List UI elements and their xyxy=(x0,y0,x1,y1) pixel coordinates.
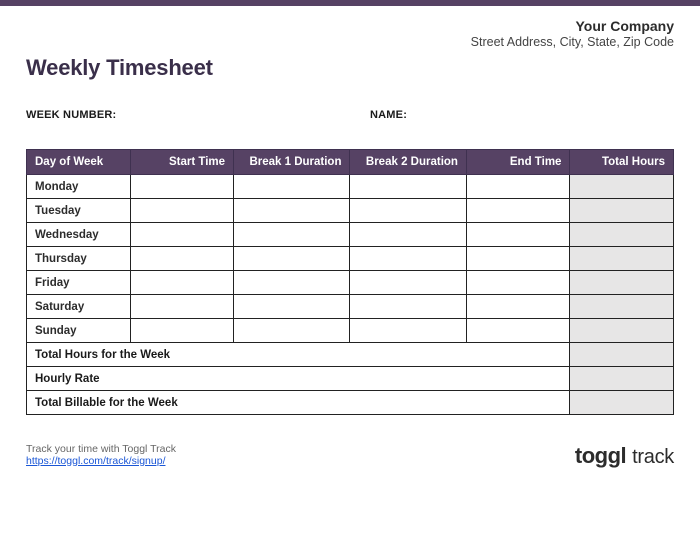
col-total: Total Hours xyxy=(570,150,674,175)
total-cell xyxy=(570,247,674,271)
break2-cell xyxy=(350,247,466,271)
week-number-label: WEEK NUMBER: xyxy=(26,109,116,121)
col-start: Start Time xyxy=(130,150,234,175)
timesheet-table: Day of Week Start Time Break 1 Duration … xyxy=(26,149,674,415)
start-cell xyxy=(130,319,234,343)
summary-total-hours-value xyxy=(570,343,674,367)
table-row: Sunday xyxy=(27,319,674,343)
start-cell xyxy=(130,199,234,223)
footer-signup-link[interactable]: https://toggl.com/track/signup/ xyxy=(26,455,165,467)
end-cell xyxy=(466,319,570,343)
summary-total-hours-row: Total Hours for the Week xyxy=(27,343,674,367)
day-cell: Sunday xyxy=(27,319,131,343)
break2-cell xyxy=(350,319,466,343)
table-header-row: Day of Week Start Time Break 1 Duration … xyxy=(27,150,674,175)
summary-total-hours-label: Total Hours for the Week xyxy=(27,343,570,367)
start-cell xyxy=(130,175,234,199)
break2-cell xyxy=(350,199,466,223)
table-row: Friday xyxy=(27,271,674,295)
summary-hourly-rate-label: Hourly Rate xyxy=(27,367,570,391)
break2-cell xyxy=(350,175,466,199)
col-end: End Time xyxy=(466,150,570,175)
break1-cell xyxy=(234,199,350,223)
total-cell xyxy=(570,199,674,223)
table-row: Thursday xyxy=(27,247,674,271)
summary-total-billable-value xyxy=(570,391,674,415)
table-row: Wednesday xyxy=(27,223,674,247)
end-cell xyxy=(466,199,570,223)
break1-cell xyxy=(234,295,350,319)
table-row: Tuesday xyxy=(27,199,674,223)
page-title: Weekly Timesheet xyxy=(26,55,674,81)
col-break2: Break 2 Duration xyxy=(350,150,466,175)
break1-cell xyxy=(234,175,350,199)
total-cell xyxy=(570,271,674,295)
company-name: Your Company xyxy=(26,18,674,34)
name-label: NAME: xyxy=(370,109,407,121)
total-cell xyxy=(570,175,674,199)
break1-cell xyxy=(234,223,350,247)
end-cell xyxy=(466,247,570,271)
break2-cell xyxy=(350,223,466,247)
company-address: Street Address, City, State, Zip Code xyxy=(26,35,674,49)
start-cell xyxy=(130,295,234,319)
logo-word-toggl: toggl xyxy=(575,443,626,469)
summary-total-billable-label: Total Billable for the Week xyxy=(27,391,570,415)
day-cell: Friday xyxy=(27,271,131,295)
day-cell: Wednesday xyxy=(27,223,131,247)
total-cell xyxy=(570,319,674,343)
company-block: Your Company Street Address, City, State… xyxy=(26,18,674,49)
col-day: Day of Week xyxy=(27,150,131,175)
footer-tagline: Track your time with Toggl Track xyxy=(26,443,176,455)
start-cell xyxy=(130,271,234,295)
start-cell xyxy=(130,223,234,247)
break2-cell xyxy=(350,295,466,319)
start-cell xyxy=(130,247,234,271)
total-cell xyxy=(570,295,674,319)
day-cell: Tuesday xyxy=(27,199,131,223)
break1-cell xyxy=(234,247,350,271)
end-cell xyxy=(466,175,570,199)
total-cell xyxy=(570,223,674,247)
table-row: Saturday xyxy=(27,295,674,319)
col-break1: Break 1 Duration xyxy=(234,150,350,175)
end-cell xyxy=(466,271,570,295)
logo-word-track: track xyxy=(632,446,674,469)
day-cell: Thursday xyxy=(27,247,131,271)
footer: Track your time with Toggl Track https:/… xyxy=(26,443,674,469)
table-row: Monday xyxy=(27,175,674,199)
summary-hourly-rate-value xyxy=(570,367,674,391)
summary-hourly-rate-row: Hourly Rate xyxy=(27,367,674,391)
summary-total-billable-row: Total Billable for the Week xyxy=(27,391,674,415)
break2-cell xyxy=(350,271,466,295)
toggl-track-logo: toggl track xyxy=(575,443,674,469)
end-cell xyxy=(466,223,570,247)
day-cell: Saturday xyxy=(27,295,131,319)
day-cell: Monday xyxy=(27,175,131,199)
meta-row: WEEK NUMBER: NAME: xyxy=(26,105,674,123)
end-cell xyxy=(466,295,570,319)
break1-cell xyxy=(234,271,350,295)
break1-cell xyxy=(234,319,350,343)
